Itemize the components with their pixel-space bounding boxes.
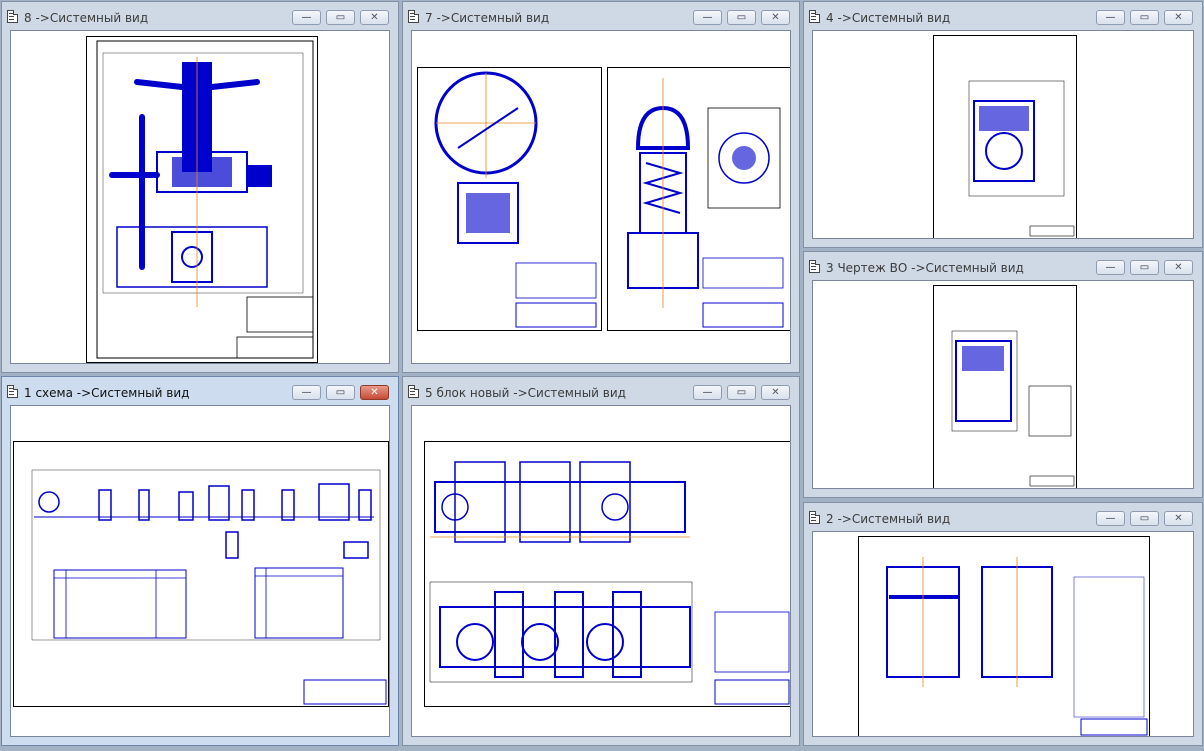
- document-icon: [809, 511, 820, 524]
- drawing-sheet: [13, 441, 389, 707]
- window-titlebar[interactable]: 1 схема ->Системный вид — ▭ ✕: [2, 377, 398, 405]
- window-block-5[interactable]: 5 блок новый ->Системный вид — ▭ ✕: [402, 376, 800, 746]
- maximize-button[interactable]: ▭: [1130, 511, 1159, 526]
- close-button[interactable]: ✕: [360, 385, 389, 400]
- close-button[interactable]: ✕: [761, 10, 790, 25]
- minimize-button[interactable]: —: [292, 385, 321, 400]
- drawing-canvas[interactable]: [812, 531, 1194, 737]
- drawing-sheet: [86, 36, 318, 363]
- window-titlebar[interactable]: 5 блок новый ->Системный вид — ▭ ✕: [403, 377, 799, 405]
- close-button[interactable]: ✕: [1164, 511, 1193, 526]
- drawing-sheet: [933, 35, 1077, 238]
- drawing-canvas[interactable]: [812, 280, 1194, 489]
- document-icon: [809, 10, 820, 23]
- gauge-drawing: [434, 71, 597, 328]
- window-drawing-4[interactable]: 4 ->Системный вид — ▭ ✕: [803, 1, 1203, 248]
- drawing-canvas[interactable]: [10, 405, 390, 737]
- close-button[interactable]: ✕: [360, 10, 389, 25]
- window-drawing-2[interactable]: 2 ->Системный вид — ▭ ✕: [803, 502, 1203, 746]
- window-title: 4 ->Системный вид: [826, 11, 951, 25]
- minimize-button[interactable]: —: [1096, 10, 1125, 25]
- close-button[interactable]: ✕: [1164, 260, 1193, 275]
- drawing-sheet: [424, 441, 790, 707]
- drawing-sheet-left: [417, 67, 602, 331]
- block-assembly-drawing: [429, 461, 790, 705]
- maximize-button[interactable]: ▭: [326, 10, 355, 25]
- drawing-sheet-right: [607, 67, 790, 331]
- close-button[interactable]: ✕: [1164, 10, 1193, 25]
- minimize-button[interactable]: —: [693, 385, 722, 400]
- window-title: 1 схема ->Системный вид: [24, 386, 190, 400]
- window-titlebar[interactable]: 7 ->Системный вид — ▭ ✕: [403, 2, 799, 30]
- drawing-sheet: [858, 536, 1150, 736]
- window-titlebar[interactable]: 8 ->Системный вид — ▭ ✕: [2, 2, 398, 30]
- drawing-sheet: [933, 285, 1077, 488]
- maximize-button[interactable]: ▭: [727, 10, 756, 25]
- apparatus-drawing: [886, 557, 1148, 736]
- document-icon: [7, 10, 18, 23]
- maximize-button[interactable]: ▭: [1130, 10, 1159, 25]
- unit-drawing: [968, 80, 1075, 237]
- document-icon: [408, 10, 419, 23]
- window-drawing-3[interactable]: 3 Чертеж ВО ->Системный вид — ▭ ✕: [803, 251, 1203, 498]
- drawing-canvas[interactable]: [10, 30, 390, 364]
- document-icon: [408, 385, 419, 398]
- window-title: 2 ->Системный вид: [826, 512, 951, 526]
- minimize-button[interactable]: —: [693, 10, 722, 25]
- window-drawing-7[interactable]: 7 ->Системный вид — ▭ ✕: [402, 1, 800, 373]
- window-scheme-1[interactable]: 1 схема ->Системный вид — ▭ ✕: [1, 376, 399, 746]
- window-title: 8 ->Системный вид: [24, 11, 149, 25]
- heat-exchanger-drawing: [951, 330, 1075, 487]
- window-titlebar[interactable]: 2 ->Системный вид — ▭ ✕: [804, 503, 1202, 531]
- window-titlebar[interactable]: 3 Чертеж ВО ->Системный вид — ▭ ✕: [804, 252, 1202, 280]
- valve-drawing: [627, 78, 784, 328]
- maximize-button[interactable]: ▭: [1130, 260, 1159, 275]
- close-button[interactable]: ✕: [761, 385, 790, 400]
- minimize-button[interactable]: —: [292, 10, 321, 25]
- process-scheme-drawing: [31, 469, 387, 705]
- minimize-button[interactable]: —: [1096, 511, 1125, 526]
- window-title: 3 Чертеж ВО ->Системный вид: [826, 261, 1024, 275]
- window-title: 5 блок новый ->Системный вид: [425, 386, 626, 400]
- drawing-canvas[interactable]: [812, 30, 1194, 239]
- drawing-canvas[interactable]: [411, 405, 791, 737]
- maximize-button[interactable]: ▭: [326, 385, 355, 400]
- document-icon: [7, 385, 18, 398]
- minimize-button[interactable]: —: [1096, 260, 1125, 275]
- window-title: 7 ->Системный вид: [425, 11, 550, 25]
- maximize-button[interactable]: ▭: [727, 385, 756, 400]
- window-titlebar[interactable]: 4 ->Системный вид — ▭ ✕: [804, 2, 1202, 30]
- window-drawing-8[interactable]: 8 ->Системный вид — ▭ ✕: [1, 1, 399, 373]
- drawing-canvas[interactable]: [411, 30, 791, 364]
- document-icon: [809, 260, 820, 273]
- assembly-drawing: [96, 40, 314, 359]
